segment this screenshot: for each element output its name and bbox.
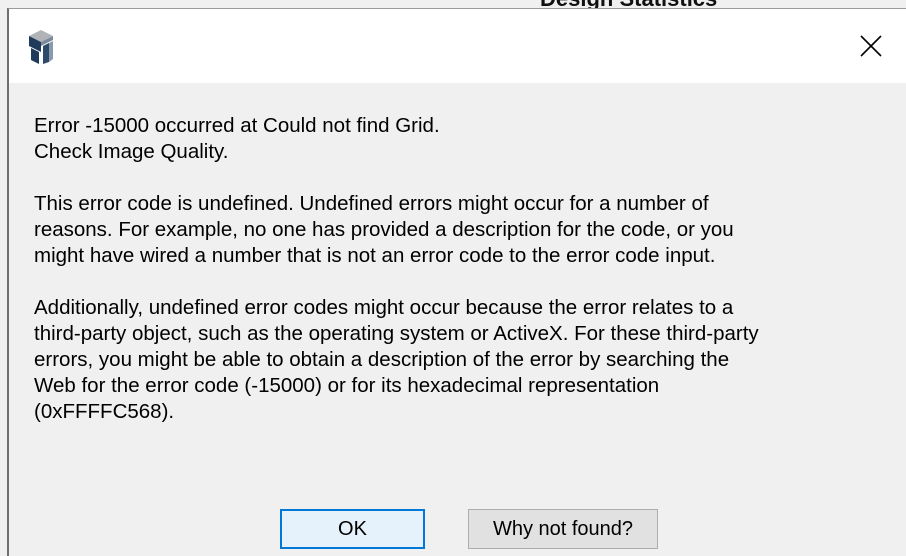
close-button[interactable]: [836, 9, 906, 83]
dialog-titlebar: [9, 9, 906, 83]
error-dialog: Error -15000 occurred at Could not find …: [7, 8, 906, 556]
error-additional-text: Additionally, undefined error codes migh…: [34, 296, 759, 423]
ok-button[interactable]: OK: [280, 509, 425, 549]
dialog-message: Error -15000 occurred at Could not find …: [34, 113, 884, 451]
close-icon: [860, 35, 882, 57]
error-explanation-text: This error code is undefined. Undefined …: [34, 192, 734, 267]
why-not-found-button[interactable]: Why not found?: [468, 509, 658, 549]
app-logo-icon: [27, 30, 55, 64]
error-summary-text: Error -15000 occurred at Could not find …: [34, 114, 440, 163]
